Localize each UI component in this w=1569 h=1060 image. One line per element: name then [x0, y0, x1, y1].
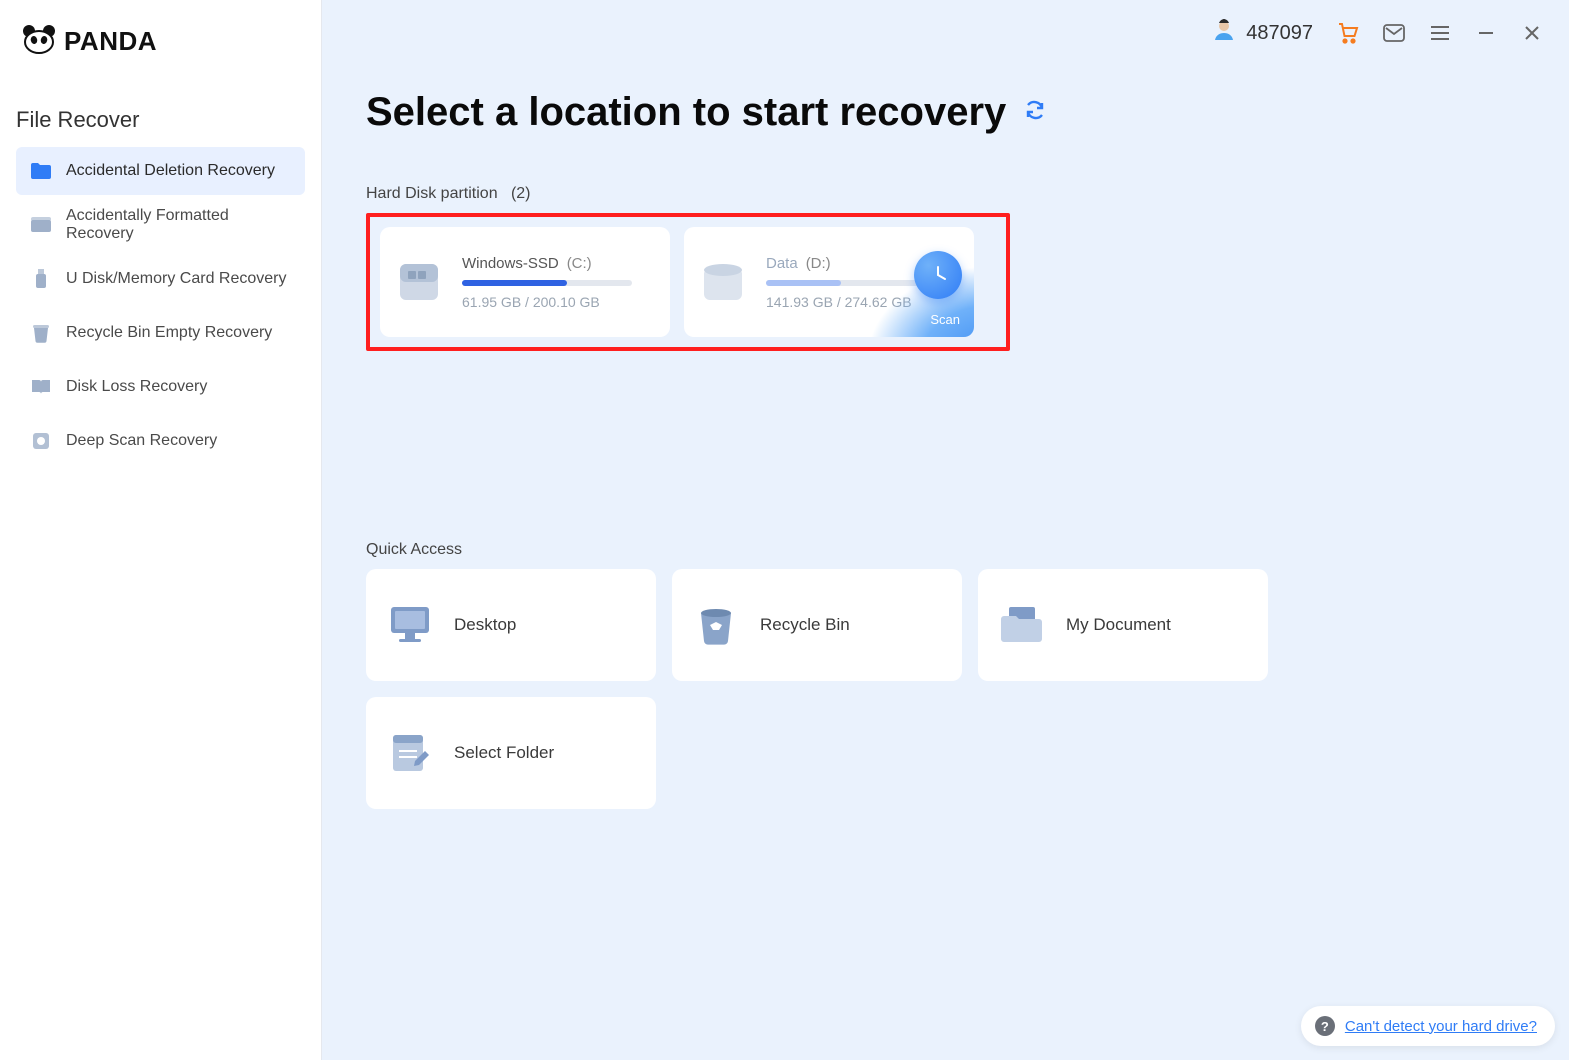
question-icon: ?	[1315, 1016, 1335, 1036]
help-pill[interactable]: ? Can't detect your hard drive?	[1301, 1006, 1555, 1046]
folder-icon	[30, 160, 52, 182]
drive-icon	[30, 214, 52, 236]
usb-icon	[30, 268, 52, 290]
sidebar-item-accidental-deletion[interactable]: Accidental Deletion Recovery	[16, 147, 305, 195]
minimize-icon[interactable]	[1475, 22, 1497, 44]
quick-access-label: My Document	[1066, 615, 1171, 635]
quick-access-label: Recycle Bin	[760, 615, 850, 635]
page-title: Select a location to start recovery	[366, 90, 1006, 135]
sidebar-item-label: U Disk/Memory Card Recovery	[66, 270, 286, 288]
partition-section-label: Hard Disk partition (2)	[366, 185, 1525, 203]
panda-icon	[22, 24, 56, 59]
quick-access-label: Quick Access	[366, 541, 1525, 559]
mail-icon[interactable]	[1383, 22, 1405, 44]
sidebar-item-deep-scan-recovery[interactable]: Deep Scan Recovery	[16, 417, 305, 465]
sidebar-item-label: Disk Loss Recovery	[66, 378, 207, 396]
user-id: 487097	[1246, 22, 1313, 45]
close-icon[interactable]	[1521, 22, 1543, 44]
main-panel: 487097 Select a location to start recove…	[322, 0, 1569, 1060]
partition-letter: (D:)	[806, 255, 831, 272]
sidebar-item-label: Accidental Deletion Recovery	[66, 162, 275, 180]
quick-access-grid: Desktop Recycle Bin My Document Select F…	[366, 569, 1278, 809]
quick-access-label: Desktop	[454, 615, 516, 635]
quick-access-select-folder[interactable]: Select Folder	[366, 697, 656, 809]
sidebar-section-title: File Recover	[16, 77, 305, 147]
quick-access-label: Select Folder	[454, 743, 554, 763]
sidebar-item-udisk-recovery[interactable]: U Disk/Memory Card Recovery	[16, 255, 305, 303]
sidebar-item-label: Deep Scan Recovery	[66, 432, 217, 450]
partition-highlight-box: Windows-SSD (C:) 61.95 GB / 200.10 GB Da…	[366, 213, 1010, 351]
book-icon	[30, 376, 52, 398]
sidebar-item-disk-loss-recovery[interactable]: Disk Loss Recovery	[16, 363, 305, 411]
sidebar: PANDA File Recover Accidental Deletion R…	[0, 0, 322, 1060]
usage-bar	[766, 280, 936, 286]
monitor-icon	[386, 601, 434, 649]
partition-card-c[interactable]: Windows-SSD (C:) 61.95 GB / 200.10 GB	[380, 227, 670, 337]
note-edit-icon	[386, 729, 434, 777]
user-chip[interactable]: 487097	[1212, 18, 1313, 48]
partition-size: 61.95 GB / 200.10 GB	[462, 294, 656, 310]
app-logo: PANDA	[16, 18, 305, 77]
help-link[interactable]: Can't detect your hard drive?	[1345, 1018, 1537, 1035]
sidebar-item-formatted-recovery[interactable]: Accidentally Formatted Recovery	[16, 201, 305, 249]
partition-name: Windows-SSD	[462, 255, 559, 272]
scan-button[interactable]	[914, 251, 962, 299]
partition-letter: (C:)	[567, 255, 592, 272]
scan-icon	[30, 430, 52, 452]
cart-icon[interactable]	[1337, 22, 1359, 44]
menu-icon[interactable]	[1429, 22, 1451, 44]
quick-access-recycle-bin[interactable]: Recycle Bin	[672, 569, 962, 681]
hdd-icon	[698, 256, 748, 308]
trash-icon	[30, 322, 52, 344]
refresh-icon[interactable]	[1024, 99, 1046, 126]
sidebar-item-recycle-bin-recovery[interactable]: Recycle Bin Empty Recovery	[16, 309, 305, 357]
hdd-icon	[394, 256, 444, 308]
sidebar-item-label: Accidentally Formatted Recovery	[66, 207, 291, 243]
scan-label: Scan	[930, 312, 960, 327]
quick-access-my-document[interactable]: My Document	[978, 569, 1268, 681]
sidebar-item-label: Recycle Bin Empty Recovery	[66, 324, 272, 342]
topbar: 487097	[1212, 18, 1543, 48]
avatar-icon	[1212, 18, 1236, 48]
folder-stack-icon	[998, 601, 1046, 649]
usage-bar	[462, 280, 632, 286]
partition-card-d[interactable]: Data (D:) 141.93 GB / 274.62 GB Scan	[684, 227, 974, 337]
app-name: PANDA	[64, 26, 157, 57]
quick-access-desktop[interactable]: Desktop	[366, 569, 656, 681]
partition-name: Data	[766, 255, 798, 272]
bin-icon	[692, 601, 740, 649]
